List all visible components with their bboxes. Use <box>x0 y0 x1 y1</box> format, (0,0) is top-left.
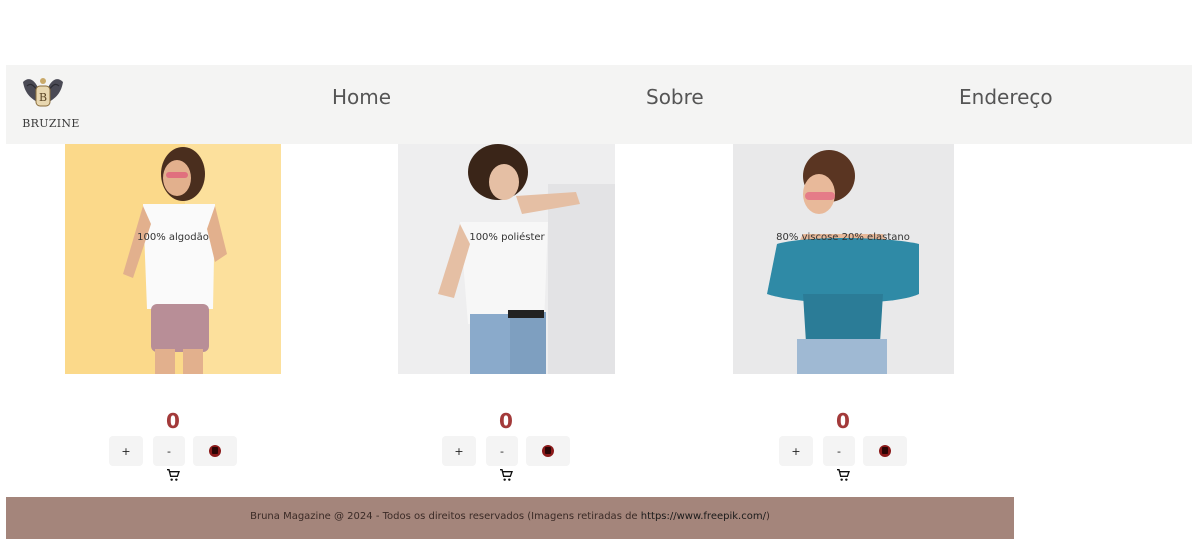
delete-button[interactable] <box>863 436 907 466</box>
freepik-link[interactable]: https://www.freepik.com/ <box>641 511 766 522</box>
cart-icon <box>500 469 513 481</box>
add-to-cart-button[interactable] <box>163 466 183 484</box>
footer-copyright-text: Bruna Magazine @ 2024 - Todos os direito… <box>250 511 641 522</box>
nav-home-link[interactable]: Home <box>332 85 391 109</box>
decrement-button[interactable]: - <box>823 436 855 466</box>
increment-button[interactable]: + <box>109 436 143 466</box>
product-description: 80% viscose 20% elastano <box>776 232 910 243</box>
footer: Bruna Magazine @ 2024 - Todos os direito… <box>6 497 1014 539</box>
trash-icon <box>879 445 891 457</box>
decrement-button[interactable]: - <box>486 436 518 466</box>
product-quantity: 0 <box>836 409 850 433</box>
svg-text:B: B <box>39 91 47 104</box>
product-image <box>733 144 954 374</box>
brand-logo[interactable]: B BRUZINE <box>15 72 79 130</box>
nav-address-link[interactable]: Endereço <box>959 85 1053 109</box>
product-description: 100% poliéster <box>469 232 545 243</box>
increment-button[interactable]: + <box>779 436 813 466</box>
trash-icon <box>542 445 554 457</box>
add-to-cart-button[interactable] <box>496 466 516 484</box>
footer-close-paren: ) <box>765 511 770 522</box>
footer-copyright: Bruna Magazine @ 2024 - Todos os direito… <box>6 511 1014 522</box>
product-description: 100% algodão <box>137 232 209 243</box>
navbar: B BRUZINE Home Sobre Endereço <box>6 65 1192 144</box>
winged-crest-icon: B <box>23 78 63 107</box>
increment-button[interactable]: + <box>442 436 476 466</box>
nav-about-link[interactable]: Sobre <box>646 85 704 109</box>
cart-icon <box>837 469 850 481</box>
product-image <box>398 144 615 374</box>
product-quantity: 0 <box>166 409 180 433</box>
add-to-cart-button[interactable] <box>833 466 853 484</box>
delete-button[interactable] <box>526 436 570 466</box>
decrement-button[interactable]: - <box>153 436 185 466</box>
brand-name: BRUZINE <box>22 117 80 130</box>
cart-icon <box>167 469 180 481</box>
trash-icon <box>209 445 221 457</box>
product-quantity: 0 <box>499 409 513 433</box>
product-image <box>65 144 281 374</box>
delete-button[interactable] <box>193 436 237 466</box>
